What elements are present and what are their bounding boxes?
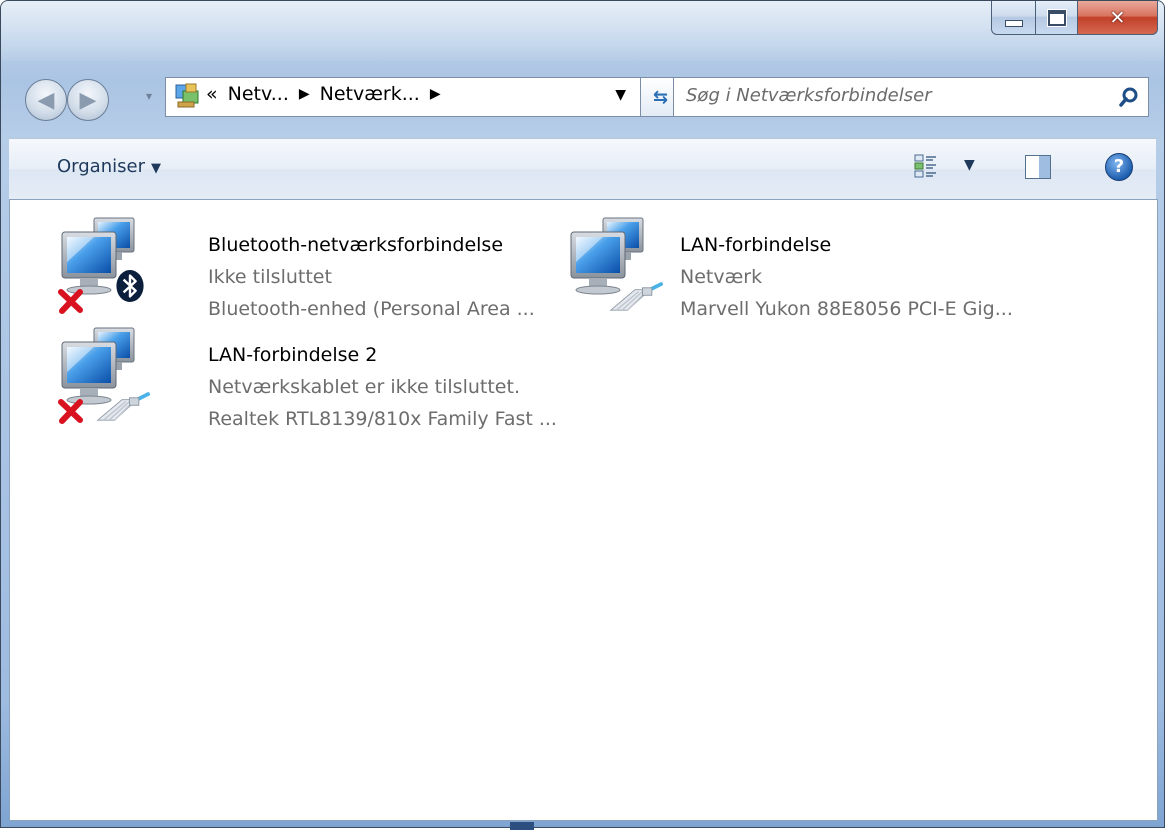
breadcrumb-separator-icon[interactable]: ▶ (299, 86, 310, 102)
back-arrow-icon: ◀ (37, 87, 55, 113)
disconnected-x-icon (61, 292, 80, 311)
recent-pages-dropdown[interactable]: ▾ (146, 89, 152, 103)
caption-buttons: ✕ (991, 1, 1158, 39)
breadcrumb-separator-icon[interactable]: ▶ (430, 86, 441, 102)
breadcrumb-item-network[interactable]: Netv... (228, 83, 289, 105)
close-button[interactable]: ✕ (1078, 1, 1158, 35)
connection-name: LAN-forbindelse (680, 234, 832, 256)
address-dropdown-icon[interactable]: ▼ (615, 87, 626, 103)
minimize-icon (1004, 20, 1023, 27)
taskbar-edge (510, 822, 534, 830)
breadcrumb-overflow[interactable]: « (206, 83, 218, 105)
connection-device: Marvell Yukon 88E8056 PCI-E Gig... (680, 298, 1013, 320)
connection-name: LAN-forbindelse 2 (208, 344, 378, 366)
help-icon[interactable]: ? (1105, 153, 1133, 181)
minimize-button[interactable] (991, 1, 1036, 35)
connection-status: Netværkskablet er ikke tilsluttet. (208, 376, 520, 398)
connection-name: Bluetooth-netværksforbindelse (208, 234, 504, 256)
view-options-dropdown-icon[interactable]: ▼ (964, 157, 975, 173)
preview-pane-icon[interactable] (1025, 155, 1051, 179)
navigation-bar: ◀ ▶ ▾ « Netv... ▶ Netværk... ▶ ▼ ⇆ Søg i… (23, 71, 1149, 135)
refresh-icon: ⇆ (652, 86, 669, 108)
forward-button[interactable]: ▶ (67, 79, 109, 121)
search-placeholder: Søg i Netværksforbindelser (686, 85, 932, 106)
address-bar[interactable]: « Netv... ▶ Netværk... ▶ ▼ (165, 77, 641, 117)
change-view-icon[interactable] (914, 153, 938, 179)
command-bar: Organiser ▼ ▼ ? (9, 138, 1156, 200)
breadcrumb: « Netv... ▶ Netværk... ▶ (206, 83, 451, 105)
window: ✕ ◀ ▶ ▾ « Netv... ▶ Netværk... ▶ ▼ ⇆ Søg… (0, 0, 1165, 828)
organise-label: Organiser (57, 156, 145, 177)
network-computers-icon (563, 214, 663, 313)
bluetooth-icon (115, 268, 145, 304)
back-button[interactable]: ◀ (25, 79, 67, 121)
forward-arrow-icon: ▶ (79, 87, 97, 113)
chevron-down-icon: ▼ (150, 161, 161, 176)
close-icon: ✕ (1109, 6, 1126, 29)
connection-device: Realtek RTL8139/810x Family Fast ... (208, 408, 557, 430)
connection-status: Ikke tilsluttet (208, 266, 332, 288)
organise-menu[interactable]: Organiser ▼ (57, 156, 161, 177)
network-folder-icon (175, 83, 199, 108)
breadcrumb-item-network-connections[interactable]: Netværk... (320, 83, 420, 105)
search-icon[interactable] (1118, 86, 1140, 108)
connections-list: Bluetooth-netværksforbindelse Ikke tilsl… (9, 199, 1158, 821)
search-box[interactable]: Søg i Netværksforbindelser (673, 77, 1149, 117)
network-computers-icon (54, 324, 150, 434)
connection-device: Bluetooth-enhed (Personal Area ... (208, 298, 535, 320)
network-computers-icon (54, 214, 145, 324)
disconnected-x-icon (61, 402, 80, 421)
maximize-icon (1047, 9, 1066, 26)
maximize-button[interactable] (1036, 1, 1078, 35)
connection-status: Netværk (680, 266, 763, 288)
